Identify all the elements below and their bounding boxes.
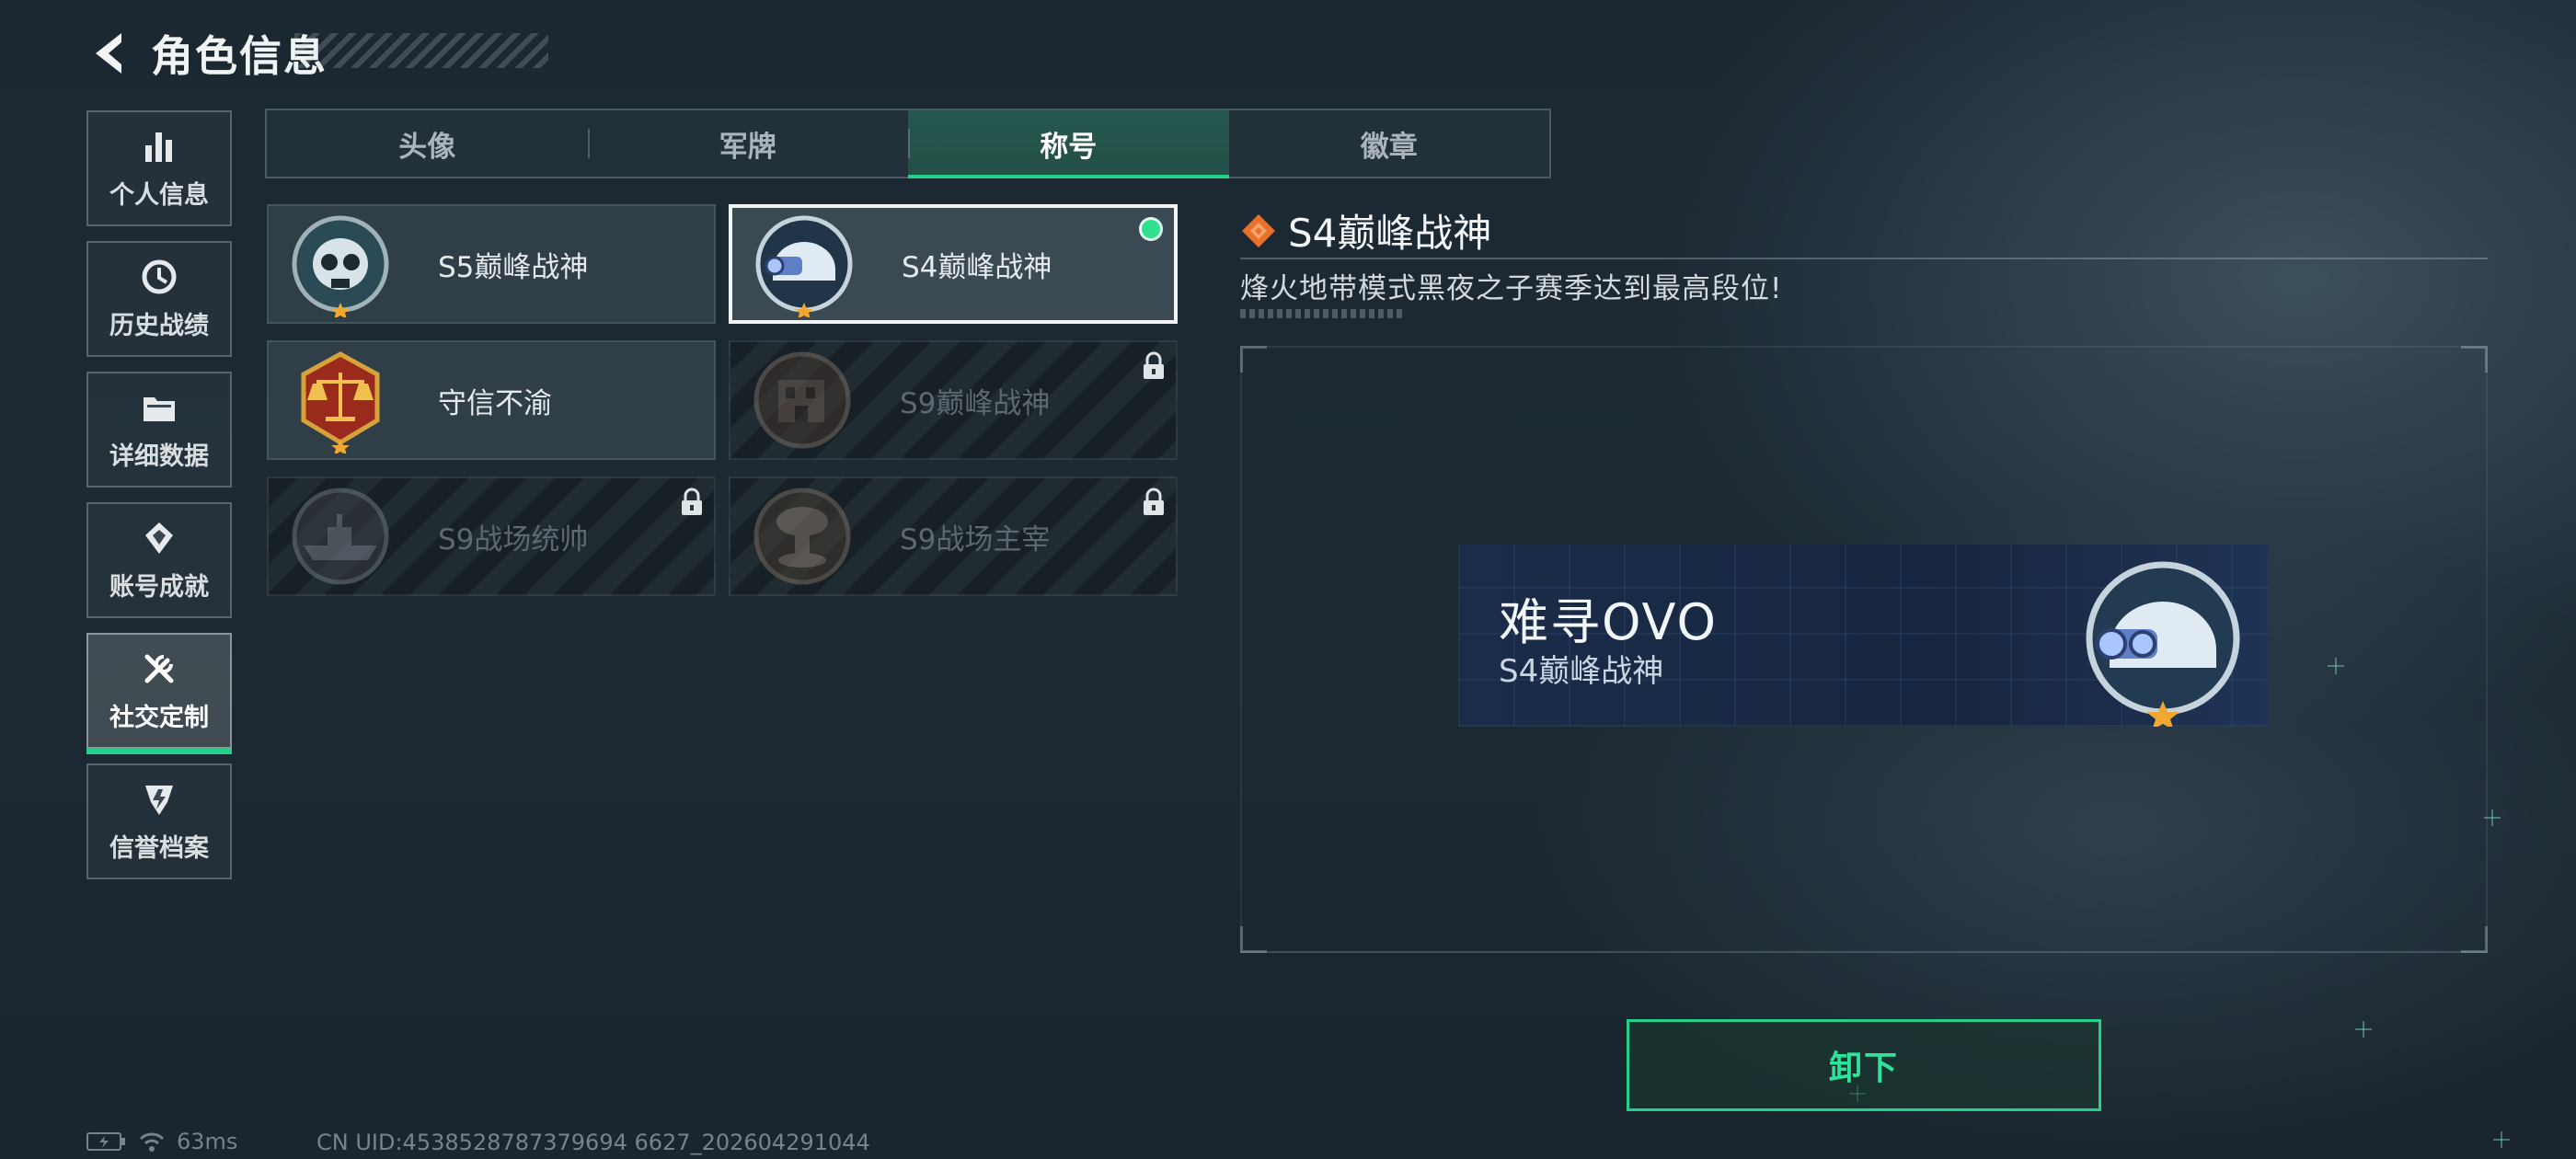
title-card-s4-peak[interactable]: S4巅峰战神	[729, 204, 1178, 324]
detail-divider	[1240, 258, 2488, 259]
sidebar-item-label: 详细数据	[109, 442, 209, 471]
title-card-s5-peak[interactable]: S5巅峰战神	[267, 204, 716, 324]
decor-cross	[2355, 1021, 2372, 1038]
status-bar: 63ms	[86, 1128, 237, 1155]
title-card-label: S5巅峰战神	[438, 250, 589, 284]
sidebar-item-detailed-data[interactable]: 详细数据	[86, 372, 232, 488]
title-preview-banner: 难寻OVO S4巅峰战神	[1458, 545, 2268, 727]
title-card-label: 守信不渝	[438, 386, 552, 420]
helmet-emblem-icon	[2086, 561, 2240, 727]
sidebar-item-credit-record[interactable]: 信誉档案	[86, 763, 232, 879]
diamond-icon	[1242, 213, 1275, 247]
wifi-icon	[139, 1132, 165, 1152]
tab-title[interactable]: 称号	[908, 110, 1229, 178]
building-emblem-icon	[753, 351, 851, 449]
back-arrow-icon[interactable]	[85, 28, 132, 79]
sidebar-item-personal-info[interactable]: 个人信息	[86, 110, 232, 226]
player-name: 难寻OVO	[1499, 593, 1719, 651]
title-card-label: S4巅峰战神	[902, 250, 1052, 284]
skull-emblem-icon	[292, 215, 389, 317]
lock-icon	[1144, 351, 1164, 379]
tab-badge[interactable]: 徽章	[1229, 110, 1550, 177]
credit-shield-icon	[145, 785, 173, 815]
ship-emblem-icon	[292, 488, 389, 585]
sidebar-item-label: 个人信息	[109, 180, 209, 210]
preview-title: S4巅峰战神	[1499, 653, 1664, 690]
sidebar-item-history[interactable]: 历史战绩	[86, 241, 232, 357]
bar-chart-icon	[145, 132, 172, 162]
detail-description: 烽火地带模式黑夜之子赛季达到最高段位!	[1240, 272, 1783, 305]
scales-emblem-icon	[301, 351, 380, 453]
history-icon	[142, 259, 177, 293]
title-card-label: S9战场主宰	[900, 522, 1051, 557]
title-card-label: S9战场统帅	[438, 522, 589, 557]
frame-corner	[1240, 926, 1267, 953]
sidebar-item-achievements[interactable]: 账号成就	[86, 502, 232, 618]
lock-icon	[1144, 488, 1164, 515]
sidebar-item-label: 信誉档案	[109, 833, 209, 863]
title-card-s9-ruler[interactable]: S9战场主宰	[729, 476, 1178, 596]
sidebar-item-label: 历史战绩	[109, 311, 209, 340]
detail-title: S4巅峰战神	[1288, 211, 1492, 256]
sidebar-nav: 个人信息 历史战绩 详细数据 账号成就 社交定制 信誉档案	[86, 110, 232, 894]
ping-value: 63ms	[177, 1129, 238, 1154]
equipped-indicator	[1139, 217, 1163, 241]
achievement-icon	[145, 522, 173, 554]
mushroom-cloud-emblem-icon	[753, 488, 851, 585]
frame-corner	[1240, 346, 1267, 373]
frame-corner	[2461, 346, 2488, 373]
lock-icon	[682, 488, 702, 515]
battery-icon	[86, 1132, 125, 1151]
sidebar-item-social-custom[interactable]: 社交定制	[86, 633, 232, 754]
description-decoration	[1240, 309, 1402, 318]
helmet-emblem-icon	[755, 215, 853, 317]
user-uid: CN UID:4538528787379694 6627_20260429104…	[316, 1130, 870, 1155]
tools-icon	[144, 654, 174, 683]
unequip-button[interactable]: 卸下	[1627, 1019, 2101, 1111]
title-decoration	[294, 33, 548, 68]
tab-avatar[interactable]: 头像	[267, 110, 588, 177]
frame-corner	[2461, 926, 2488, 953]
title-card-label: S9巅峰战神	[900, 386, 1051, 420]
sidebar-item-label: 账号成就	[109, 572, 209, 602]
title-card-keep-faith[interactable]: 守信不渝	[267, 340, 716, 460]
customize-tabs: 头像 军牌 称号 徽章	[265, 109, 1551, 178]
detail-header: S4巅峰战神	[1240, 202, 1491, 258]
title-card-s9-commander[interactable]: S9战场统帅	[267, 476, 716, 596]
folder-icon	[144, 396, 175, 421]
decor-cross	[2493, 1131, 2510, 1148]
page-header: 角色信息	[85, 24, 328, 83]
title-card-s9-peak[interactable]: S9巅峰战神	[729, 340, 1178, 460]
sidebar-item-label: 社交定制	[109, 703, 209, 732]
tab-dog-tag[interactable]: 军牌	[587, 110, 909, 177]
